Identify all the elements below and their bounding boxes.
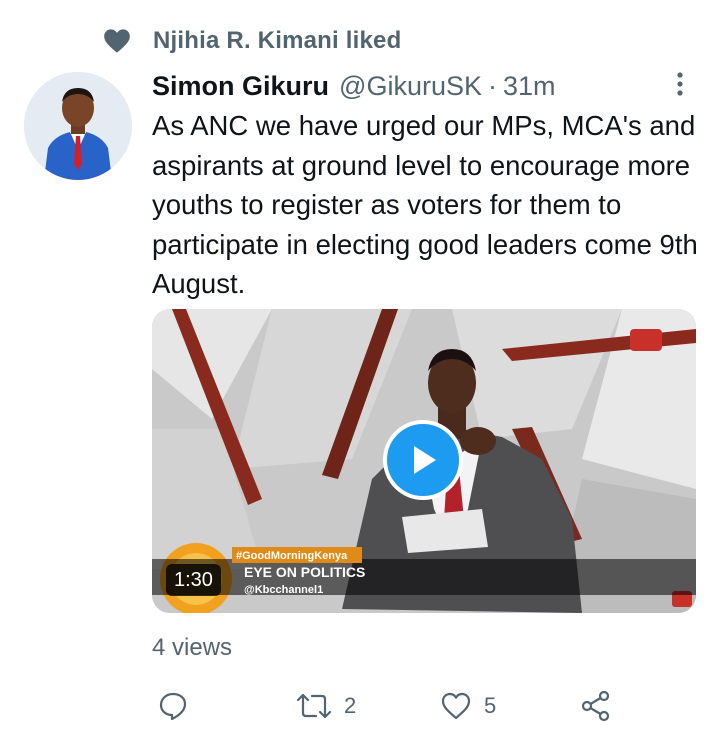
reply-icon [159, 692, 187, 721]
overlay-hashtag: #GoodMorningKenya [236, 550, 348, 562]
avatar-image [24, 72, 132, 180]
like-count: 5 [484, 693, 497, 718]
share-button[interactable] [580, 686, 612, 726]
author-name[interactable]: Simon Gikuru [152, 71, 329, 102]
retweet-count: 2 [344, 693, 357, 718]
like-icon [441, 692, 471, 720]
play-button[interactable] [383, 420, 463, 500]
play-icon [414, 446, 436, 474]
retweet-button[interactable]: 2 [296, 686, 356, 726]
timestamp[interactable]: 31m [503, 71, 556, 102]
video-duration: 1:30 [166, 564, 221, 596]
more-options-icon[interactable] [668, 70, 692, 98]
retweet-icon [296, 693, 332, 719]
separator-dot: · [487, 70, 497, 101]
views-count: 4 views [152, 634, 233, 661]
reply-button[interactable] [158, 686, 188, 726]
tweet-header: Simon Gikuru @GikuruSK · 31m [152, 68, 556, 104]
author-handle[interactable]: @GikuruSK [339, 71, 482, 102]
tweet-text: As ANC we have urged our MPs, MCA's and … [152, 110, 698, 299]
overlay-handle: @Kbcchannel1 [244, 584, 323, 596]
overlay-title: EYE ON POLITICS [244, 564, 365, 580]
like-button[interactable]: 5 [440, 686, 496, 726]
avatar[interactable] [24, 72, 132, 180]
social-context[interactable]: Njihia R. Kimani liked [103, 24, 401, 58]
social-context-label: Njihia R. Kimani liked [153, 27, 402, 54]
share-icon [581, 690, 610, 722]
heart-icon [104, 29, 130, 53]
